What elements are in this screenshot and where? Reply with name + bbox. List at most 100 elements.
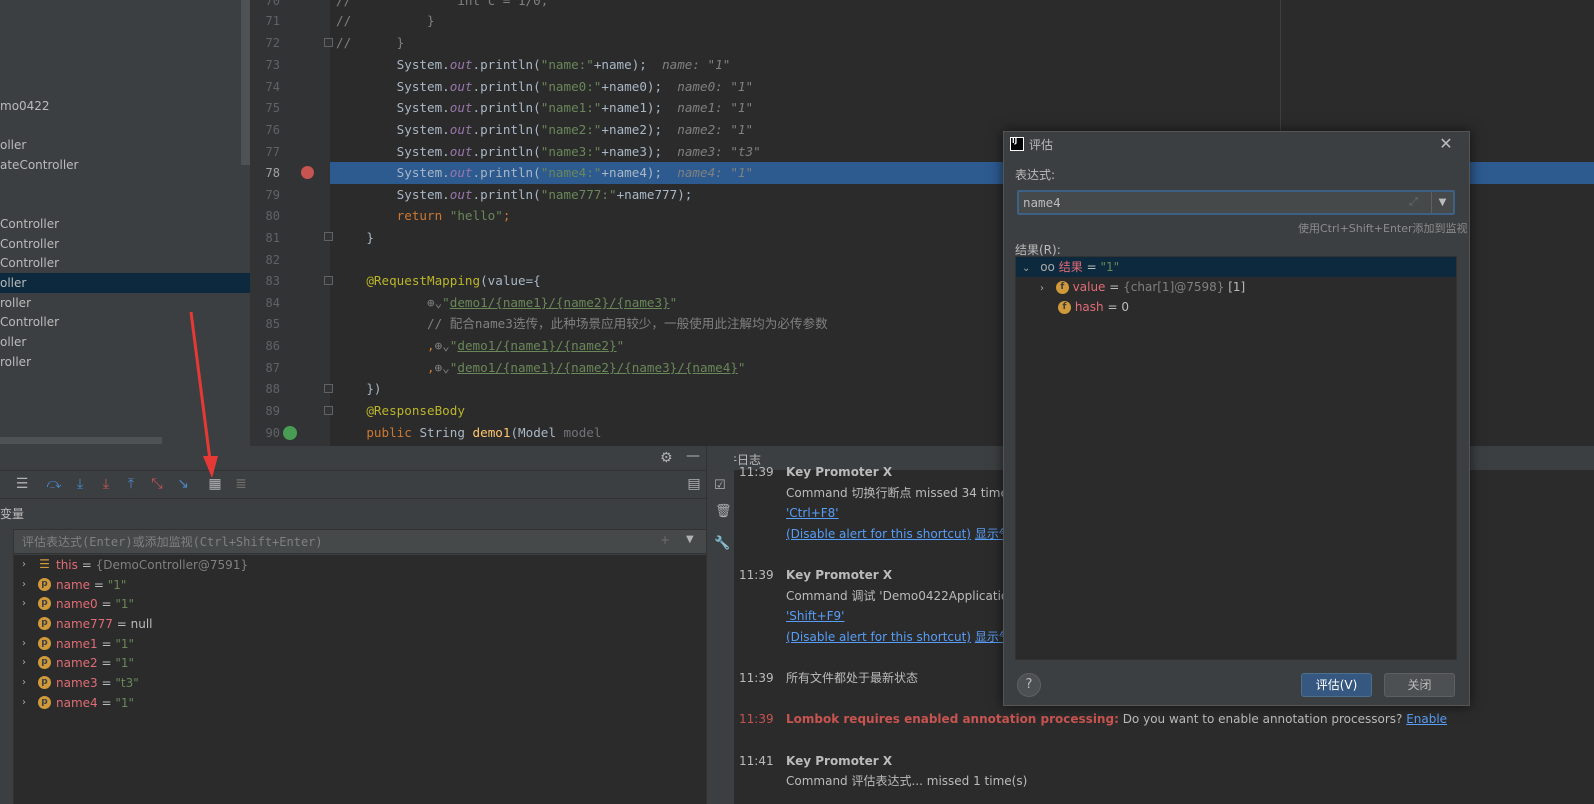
step-out-icon[interactable]: ⤒ <box>123 476 139 492</box>
breakpoint-icon[interactable] <box>301 166 314 179</box>
variable-row[interactable]: › p name1 = "1" <box>14 634 706 654</box>
expand-icon[interactable]: ⤢ <box>1409 195 1418 209</box>
variable-row[interactable]: › p name0 = "1" <box>14 594 706 614</box>
close-icon[interactable]: ✕ <box>1438 136 1454 152</box>
project-tree-item[interactable]: roller <box>0 352 250 372</box>
line-number[interactable]: 79 <box>250 184 280 206</box>
trace-stream-icon[interactable]: ≣ <box>233 476 249 492</box>
line-number[interactable]: 90 <box>250 422 280 444</box>
project-tree-item[interactable]: oller <box>0 135 250 155</box>
force-step-into-icon[interactable]: ⤓ <box>98 476 114 492</box>
line-number[interactable]: 86 <box>250 335 280 357</box>
chevron-right-icon[interactable]: › <box>22 555 26 575</box>
parameter-icon: p <box>38 676 51 689</box>
line-number[interactable]: 74 <box>250 76 280 98</box>
event-shortcut-link[interactable]: 'Ctrl+F8' <box>786 503 839 523</box>
fold-marker[interactable] <box>324 406 333 415</box>
variable-row[interactable]: › p name2 = "1" <box>14 653 706 673</box>
fold-marker[interactable] <box>324 384 333 393</box>
chevron-right-icon[interactable]: › <box>22 673 26 693</box>
line-number[interactable]: 76 <box>250 119 280 141</box>
line-number[interactable]: 84 <box>250 292 280 314</box>
project-tree-item[interactable]: mo0422 <box>0 96 250 116</box>
fold-marker[interactable] <box>324 38 333 47</box>
chevron-right-icon[interactable]: › <box>22 693 26 713</box>
line-number[interactable]: 82 <box>250 249 280 271</box>
line-number[interactable]: 87 <box>250 357 280 379</box>
project-tree-item[interactable]: oller <box>0 332 250 352</box>
parameter-icon: p <box>38 637 51 650</box>
evaluate-button[interactable]: 评估(V) <box>1301 673 1372 697</box>
project-tree-item[interactable]: ateController <box>0 155 250 175</box>
close-button[interactable]: 关闭 <box>1384 673 1455 697</box>
project-tree-item[interactable]: roller <box>0 293 250 313</box>
evaluate-expression-icon[interactable]: ▦ <box>207 476 223 492</box>
line-number[interactable]: 80 <box>250 205 280 227</box>
step-over-icon[interactable]: ⤼ <box>46 476 62 492</box>
disable-alert-link[interactable]: (Disable alert for this shortcut) <box>786 630 971 644</box>
run-gutter-icon[interactable] <box>283 426 297 440</box>
variable-row[interactable]: › p name = "1" <box>14 575 706 595</box>
line-number[interactable]: 78 <box>250 162 280 184</box>
variable-row[interactable]: p name777 = null <box>14 614 706 634</box>
line-number[interactable]: 88 <box>250 378 280 400</box>
project-tree-item[interactable]: Controller <box>0 312 250 332</box>
project-tree-item[interactable]: Controller <box>0 214 250 234</box>
chevron-right-icon[interactable]: › <box>1040 283 1044 294</box>
project-horizontal-scrollbar[interactable] <box>0 437 162 444</box>
expression-input[interactable] <box>1017 190 1455 215</box>
variable-row[interactable]: › ☰ this = {DemoController@7591} <box>14 555 706 575</box>
event-shortcut-link[interactable]: 'Shift+F9' <box>786 606 844 626</box>
variable-text: name1 = "1" <box>56 637 135 651</box>
variable-text: name3 = "t3" <box>56 676 139 690</box>
project-tree-item[interactable]: Controller <box>0 234 250 254</box>
project-tree-item[interactable]: Controller <box>0 253 250 273</box>
minimize-icon[interactable]: — <box>686 448 700 464</box>
gear-icon[interactable]: ⚙ <box>660 450 673 466</box>
trash-icon[interactable]: 🗑 <box>715 504 732 519</box>
frames-icon[interactable]: ☰ <box>14 476 30 492</box>
chevron-down-icon[interactable]: ⌄ <box>1022 263 1030 274</box>
line-number[interactable]: 83 <box>250 270 280 292</box>
line-number[interactable]: 85 <box>250 313 280 335</box>
line-number[interactable]: 72 <box>250 32 280 54</box>
project-tree-item[interactable]: oller <box>0 273 250 293</box>
chevron-down-icon[interactable]: ▼ <box>686 534 694 545</box>
variable-row[interactable]: › p name4 = "1" <box>14 693 706 713</box>
enable-link[interactable]: Enable <box>1406 712 1447 726</box>
add-watch-icon[interactable]: + <box>660 533 670 547</box>
chevron-right-icon[interactable]: › <box>22 653 26 673</box>
step-into-icon[interactable]: ⤓ <box>72 476 88 492</box>
run-to-cursor-icon[interactable]: ↘ <box>175 476 191 492</box>
drop-frame-icon[interactable]: ⤡ <box>149 476 165 492</box>
line-number[interactable]: 89 <box>250 400 280 422</box>
mark-read-icon[interactable]: ☑ <box>714 478 726 493</box>
fold-marker[interactable] <box>324 276 333 285</box>
line-number[interactable]: 81 <box>250 227 280 249</box>
disable-alert-link[interactable]: (Disable alert for this shortcut) <box>786 527 971 541</box>
variable-row[interactable]: › p name3 = "t3" <box>14 673 706 693</box>
parameter-icon: p <box>38 578 51 591</box>
chevron-right-icon[interactable]: › <box>22 594 26 614</box>
result-child-row[interactable]: f hash = 0 <box>1058 297 1129 317</box>
help-button[interactable]: ? <box>1017 673 1041 697</box>
event-message: Command 评估表达式... missed 1 time(s) <box>786 774 1028 788</box>
event-actions: (Disable alert for this shortcut) 显示气 <box>786 627 1011 647</box>
line-number[interactable]: 75 <box>250 97 280 119</box>
project-vertical-scrollbar[interactable] <box>241 0 250 165</box>
line-number[interactable]: 77 <box>250 141 280 163</box>
variables-label: 变量 <box>0 507 25 521</box>
result-child-row[interactable]: › f value = {char[1]@7598} [1] <box>1040 277 1245 297</box>
line-number[interactable]: 71 <box>250 10 280 32</box>
chevron-right-icon[interactable]: › <box>22 575 26 595</box>
line-number[interactable]: 73 <box>250 54 280 76</box>
expression-history-dropdown[interactable]: ▼ <box>1431 192 1453 213</box>
layout-icon[interactable]: ▤ <box>686 476 702 492</box>
fold-marker[interactable] <box>324 232 333 241</box>
result-root-row[interactable]: ⌄ oo 结果 = "1" <box>1022 257 1119 277</box>
parameter-icon: p <box>38 597 51 610</box>
intellij-logo-icon: IJ <box>1010 137 1024 151</box>
watch-glasses-icon: oo <box>1040 260 1055 274</box>
wrench-icon[interactable]: 🔧 <box>714 536 730 551</box>
chevron-right-icon[interactable]: › <box>22 634 26 654</box>
